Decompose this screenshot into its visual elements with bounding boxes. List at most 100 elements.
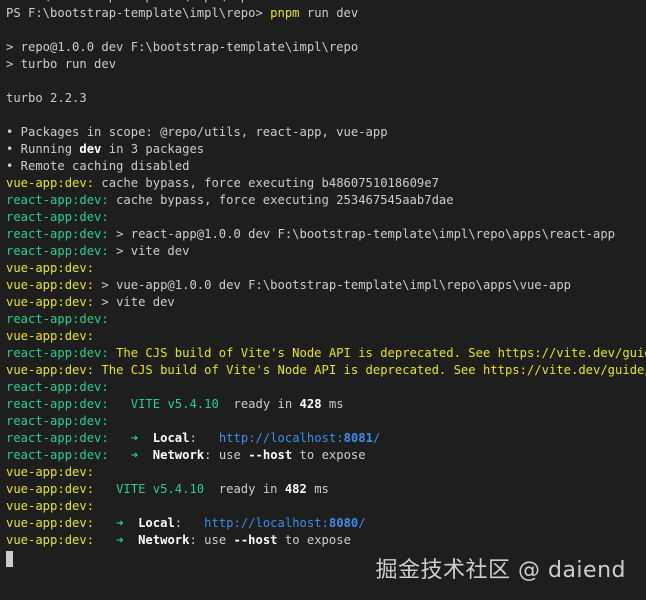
terminal-text-segment: : — [189, 431, 219, 445]
terminal-line: vue-app:dev: ➜ Local: http://localhost:8… — [6, 515, 646, 532]
terminal-text-segment: cache bypass, force executing 253467545a… — [116, 193, 454, 207]
terminal-text-segment: / — [358, 516, 366, 530]
terminal-text-segment: react-app:dev: — [6, 414, 109, 428]
terminal-text-segment: vue-app:dev: — [6, 482, 117, 496]
terminal-text-segment: VITE — [130, 397, 161, 411]
terminal-line: vue-app:dev: The CJS build of Vite's Nod… — [6, 362, 646, 379]
terminal-text-segment: ready in — [204, 482, 285, 496]
terminal-text-segment: vue-app:dev: — [6, 516, 117, 530]
terminal-text-segment: > vue-app@1.0.0 dev F:\bootstrap-templat… — [101, 278, 571, 292]
terminal-text-segment: 8080 — [328, 516, 359, 530]
terminal-text-segment: vue-app:dev: — [6, 261, 95, 275]
terminal-line: vue-app:dev: > vite dev — [6, 294, 646, 311]
terminal-text-segment: --host — [248, 448, 293, 462]
terminal-text-segment: dev — [79, 142, 102, 156]
terminal-text-segment: in 3 packages — [101, 142, 205, 156]
terminal-text-segment: VITE — [116, 482, 146, 496]
terminal-text-segment: cache bypass, force executing b486075101… — [101, 176, 439, 190]
terminal-line: react-app:dev: The CJS build of Vite's N… — [6, 345, 646, 362]
terminal-line: vue-app:dev: — [6, 328, 646, 345]
terminal-text-segment: Local — [152, 431, 190, 445]
terminal-text-segment: react-app:dev: — [6, 227, 117, 241]
terminal-line: vue-app:dev: VITE v5.4.10 ready in 482 m… — [6, 481, 646, 498]
terminal-text-segment: > vite dev — [116, 244, 190, 258]
terminal-line: react-app:dev: > react-app@1.0.0 dev F:\… — [6, 226, 646, 243]
terminal-text-segment: http://localhost: — [218, 431, 344, 445]
terminal-text-segment: ➜ — [130, 431, 139, 445]
terminal-text-segment: 482 — [284, 482, 307, 496]
terminal-text-segment: ready in — [218, 397, 300, 411]
terminal-line: react-app:dev: cache bypass, force execu… — [6, 192, 646, 209]
terminal-text-segment: pnpm — [270, 6, 300, 20]
terminal-text-segment: vue-app:dev: — [6, 533, 117, 547]
terminal-text-segment: The CJS build of Vite's Node API is depr… — [101, 363, 646, 377]
terminal-text-segment: react-app:dev: — [6, 244, 117, 258]
terminal-line: react-app:dev: ➜ Local: http://localhost… — [6, 430, 646, 447]
terminal-line: react-app:dev: — [6, 209, 646, 226]
terminal-text-segment: PS F:\bootstrap-template\impl\repo> ^C — [6, 0, 285, 3]
terminal-text-segment: react-app:dev: — [6, 448, 131, 462]
terminal-text-segment: PS F:\bootstrap-template\impl\repo> — [6, 6, 271, 20]
terminal-text-segment: --host — [233, 533, 278, 547]
terminal-line: react-app:dev: > vite dev — [6, 243, 646, 260]
terminal-text-segment: : — [174, 516, 205, 530]
watermark: 掘金技术社区 @ daiend — [375, 558, 626, 583]
terminal-text-segment: • Running — [6, 142, 80, 156]
terminal-line: • Remote caching disabled — [6, 158, 646, 175]
terminal-line: > turbo run dev — [6, 56, 646, 73]
terminal-line: vue-app:dev: — [6, 464, 646, 481]
terminal-text-segment: run dev — [299, 6, 359, 20]
terminal-text-segment: react-app:dev: — [6, 193, 117, 207]
terminal-text-segment: vue-app:dev: — [6, 278, 102, 292]
terminal-text-segment: react-app:dev: — [6, 397, 131, 411]
terminal-text-segment: vue-app:dev: — [6, 295, 102, 309]
terminal-text-segment: 428 — [299, 397, 322, 411]
terminal-text-segment: ms — [306, 482, 329, 496]
terminal-text-segment: react-app:dev: — [6, 431, 131, 445]
terminal-text-segment: v5.4.10 — [160, 397, 219, 411]
terminal-text-segment: > repo@1.0.0 dev F:\bootstrap-template\i… — [6, 40, 359, 54]
terminal-text-segment: react-app:dev: — [6, 346, 117, 360]
terminal-text-segment: v5.4.10 — [145, 482, 205, 496]
terminal-text-segment: The CJS build of Vite's Node API is depr… — [116, 346, 646, 360]
terminal-text-segment: http://localhost: — [204, 516, 329, 530]
terminal-line: vue-app:dev: cache bypass, force executi… — [6, 175, 646, 192]
terminal-text-segment: turbo 2.2.3 — [6, 91, 87, 105]
terminal-text-segment: ➜ — [130, 448, 139, 462]
terminal-text-segment: react-app:dev: — [6, 210, 109, 224]
terminal-line: vue-app:dev: > vue-app@1.0.0 dev F:\boot… — [6, 277, 646, 294]
terminal-text-segment: vue-app:dev: — [6, 329, 95, 343]
terminal-cursor — [6, 551, 13, 567]
terminal-text-segment: vue-app:dev: — [6, 499, 95, 513]
terminal-line: • Packages in scope: @repo/utils, react-… — [6, 124, 646, 141]
terminal-text-segment: > react-app@1.0.0 dev F:\bootstrap-templ… — [116, 227, 616, 241]
terminal-text-segment: : use — [189, 533, 234, 547]
terminal-text-segment: Network — [138, 533, 190, 547]
terminal-line: react-app:dev: — [6, 379, 646, 396]
terminal-text-segment: vue-app:dev: — [6, 363, 102, 377]
terminal-text-segment: react-app:dev: — [6, 312, 109, 326]
terminal-text-segment: > vite dev — [101, 295, 175, 309]
terminal-line: react-app:dev: VITE v5.4.10 ready in 428… — [6, 396, 646, 413]
terminal-text-segment: / — [372, 431, 381, 445]
terminal-text-segment: : use — [204, 448, 249, 462]
terminal-text-segment: to expose — [292, 448, 366, 462]
terminal-text-segment: ms — [321, 397, 344, 411]
terminal-line: vue-app:dev: — [6, 260, 646, 277]
terminal-text-segment: vue-app:dev: — [6, 465, 95, 479]
terminal-line: vue-app:dev: ➜ Network: use --host to ex… — [6, 532, 646, 549]
terminal-text-segment: > turbo run dev — [6, 57, 117, 71]
terminal-output[interactable]: PS F:\bootstrap-template\impl\repo> ^C PS… — [6, 0, 646, 549]
terminal-line: vue-app:dev: — [6, 498, 646, 515]
terminal-text-segment: to expose — [277, 533, 351, 547]
terminal-text-segment: Local — [138, 516, 175, 530]
terminal-line: PS F:\bootstrap-template\impl\repo> pnpm… — [6, 5, 646, 22]
terminal-text-segment: react-app:dev: — [6, 380, 109, 394]
terminal-line: react-app:dev: — [6, 413, 646, 430]
